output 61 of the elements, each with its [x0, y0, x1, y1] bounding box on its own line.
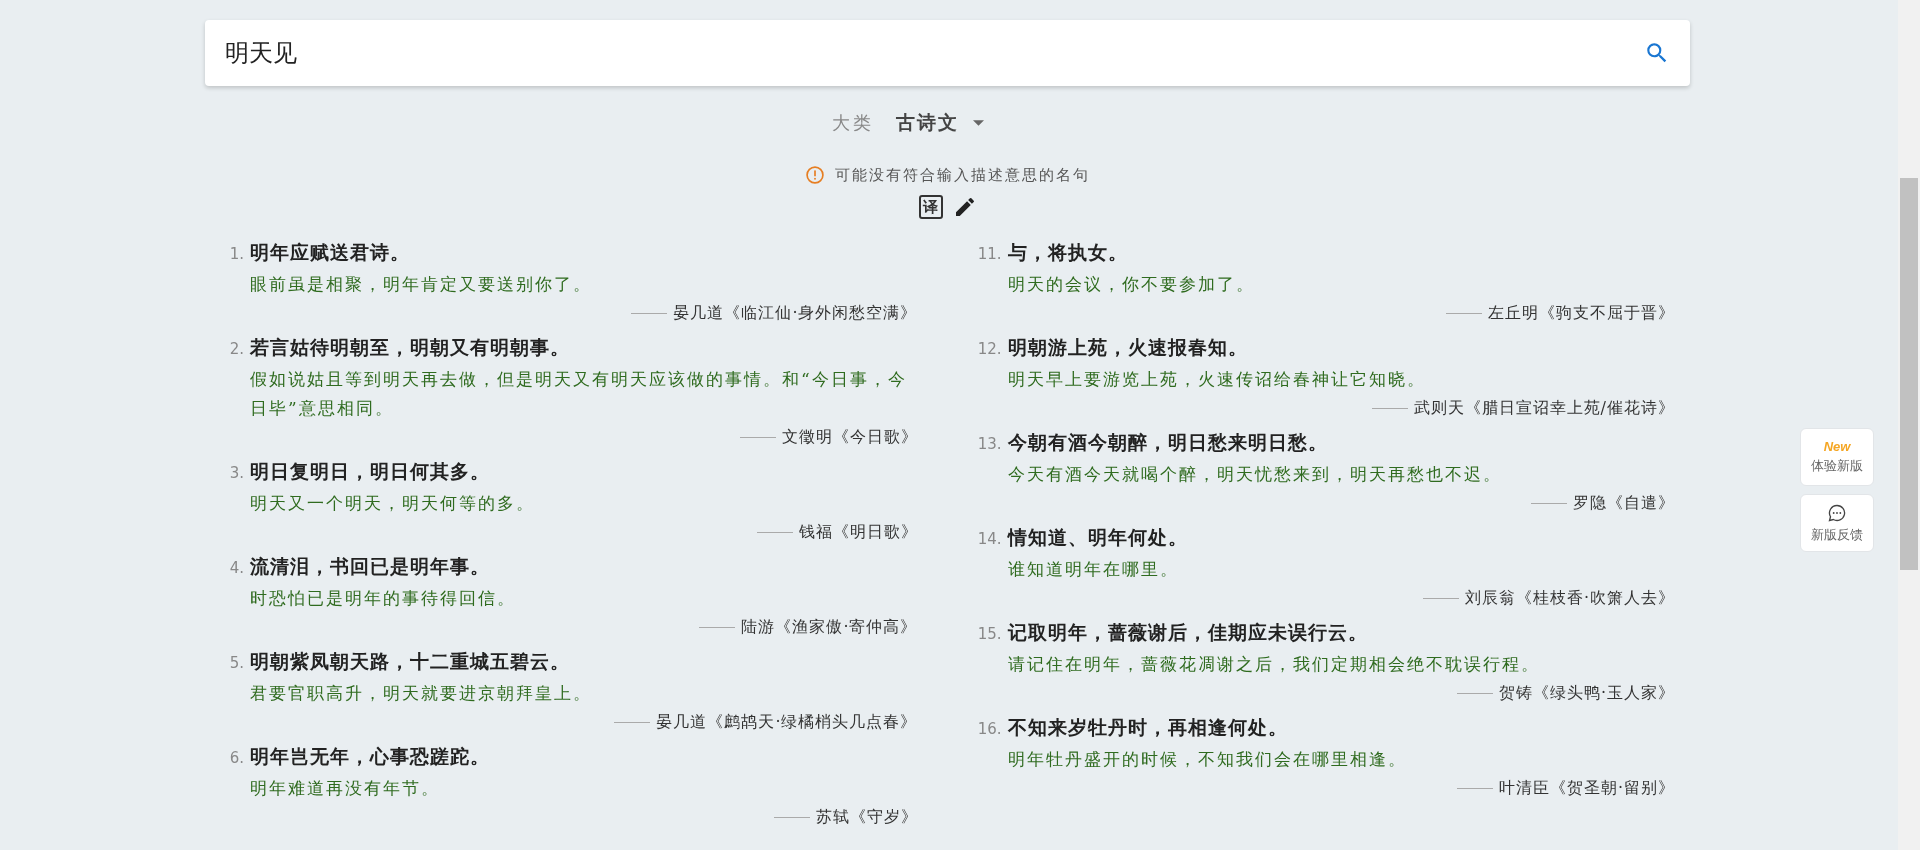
result-number: 6.	[228, 749, 245, 767]
scrollbar[interactable]	[1898, 0, 1920, 850]
poem-line[interactable]: 今朝有酒今朝醉，明日愁来明日愁。	[1007, 430, 1328, 456]
try-new-version-button[interactable]: New 体验新版	[1800, 428, 1874, 486]
result-number: 11.	[977, 245, 1003, 263]
result-number: 3.	[228, 464, 245, 482]
poem-line[interactable]: 明年应赋送君诗。	[250, 240, 410, 266]
result-number: 13.	[977, 435, 1003, 453]
source-text[interactable]: 叶清臣《贺圣朝·留别》	[1498, 777, 1675, 799]
translation-text: 假如说姑且等到明天再去做，但是明天又有明天应该做的事情。和“今日事，今日毕”意思相同。	[250, 368, 908, 420]
new-label: New	[1823, 439, 1851, 454]
source-text[interactable]: 左丘明《驹支不屈于晋》	[1488, 302, 1675, 324]
result-number: 4.	[228, 559, 245, 577]
translation-text: 眼前虽是相聚，明年肯定又要送别你了。	[250, 273, 593, 296]
source-text[interactable]: 文徵明《今日歌》	[781, 426, 918, 448]
poem-line[interactable]: 不知来岁牡丹时，再相逢何处。	[1007, 715, 1288, 741]
translation-text: 明年牡丹盛开的时候，不知我们会在哪里相逢。	[1007, 748, 1408, 771]
caret-icon	[972, 120, 984, 126]
translation-text: 谁知道明年在哪里。	[1007, 558, 1180, 581]
poem-line[interactable]: 与，将执女。	[1007, 240, 1128, 266]
translation-text: 明天早上要游览上苑，火速传诏给春神让它知晓。	[1007, 368, 1427, 391]
poem-line[interactable]: 明朝紫凤朝天路，十二重城五碧云。	[250, 649, 570, 675]
translation-text: 明天的会议，你不要参加了。	[1007, 273, 1256, 296]
chat-bubble-icon	[1827, 502, 1847, 523]
result-number: 15.	[977, 625, 1003, 643]
translation-text: 时恐怕已是明年的事待得回信。	[250, 587, 517, 610]
source-text[interactable]: 刘辰翁《桂枝香·吹箫人去》	[1464, 587, 1675, 609]
translation-text: 君要官职高升，明天就要进京朝拜皇上。	[250, 682, 593, 705]
poem-line[interactable]: 明日复明日，明日何其多。	[250, 459, 490, 485]
translation-text: 请记住在明年，蔷薇花凋谢之后，我们定期相会绝不耽误行程。	[1007, 653, 1541, 676]
poem-line[interactable]: 明年岂无年，心事恐蹉跎。	[250, 744, 490, 770]
poem-line[interactable]: 情知道、明年何处。	[1007, 525, 1188, 551]
source-text[interactable]: 罗隐《自遣》	[1573, 492, 1675, 514]
warning-icon	[805, 165, 825, 185]
notice-text: 可能没有符合输入描述意思的名句	[835, 165, 1090, 185]
poem-line[interactable]: 流清泪，书回已是明年事。	[250, 554, 490, 580]
result-number: 12.	[977, 340, 1003, 358]
result-number: 14.	[977, 530, 1003, 548]
source-text[interactable]: 钱福《明日歌》	[798, 521, 918, 543]
poem-line[interactable]: 若言姑待明朝至，明朝又有明朝事。	[250, 335, 570, 361]
source-text[interactable]: 苏轼《守岁》	[815, 806, 918, 828]
source-text[interactable]: 武则天《腊日宣诏幸上苑/催花诗》	[1413, 397, 1675, 419]
translation-text: 今天有酒今天就喝个醉，明天忧愁来到，明天再愁也不迟。	[1007, 463, 1503, 486]
result-number: 2.	[228, 340, 245, 358]
source-text[interactable]: 晏几道《鹧鸪天·绿橘梢头几点春》	[656, 711, 918, 733]
result-number: 5.	[228, 654, 245, 672]
source-text[interactable]: 贺铸《绿头鸭·玉人家》	[1498, 682, 1675, 704]
result-number: 16.	[977, 720, 1003, 738]
scrollbar-thumb[interactable]	[1900, 178, 1918, 570]
source-text[interactable]: 晏几道《临江仙·身外闲愁空满》	[673, 302, 918, 324]
poem-line[interactable]: 记取明年，蔷薇谢后，佳期应未误行云。	[1007, 620, 1368, 646]
translation-text: 明天又一个明天，明天何等的多。	[250, 492, 536, 515]
category-label: 大类	[831, 111, 874, 135]
translate-button[interactable]: 译	[918, 195, 943, 219]
translation-text: 明年难道再没有年节。	[250, 777, 441, 800]
result-number: 1.	[228, 245, 245, 263]
feedback-button[interactable]: 新版反馈	[1800, 494, 1874, 552]
source-text[interactable]: 陆游《渔家傲·寄仲高》	[741, 616, 918, 638]
search-field[interactable]: 明天见	[205, 20, 1690, 86]
category-dropdown[interactable]: 古诗文	[895, 110, 984, 136]
poem-line[interactable]: 明朝游上苑，火速报春知。	[1007, 335, 1248, 361]
